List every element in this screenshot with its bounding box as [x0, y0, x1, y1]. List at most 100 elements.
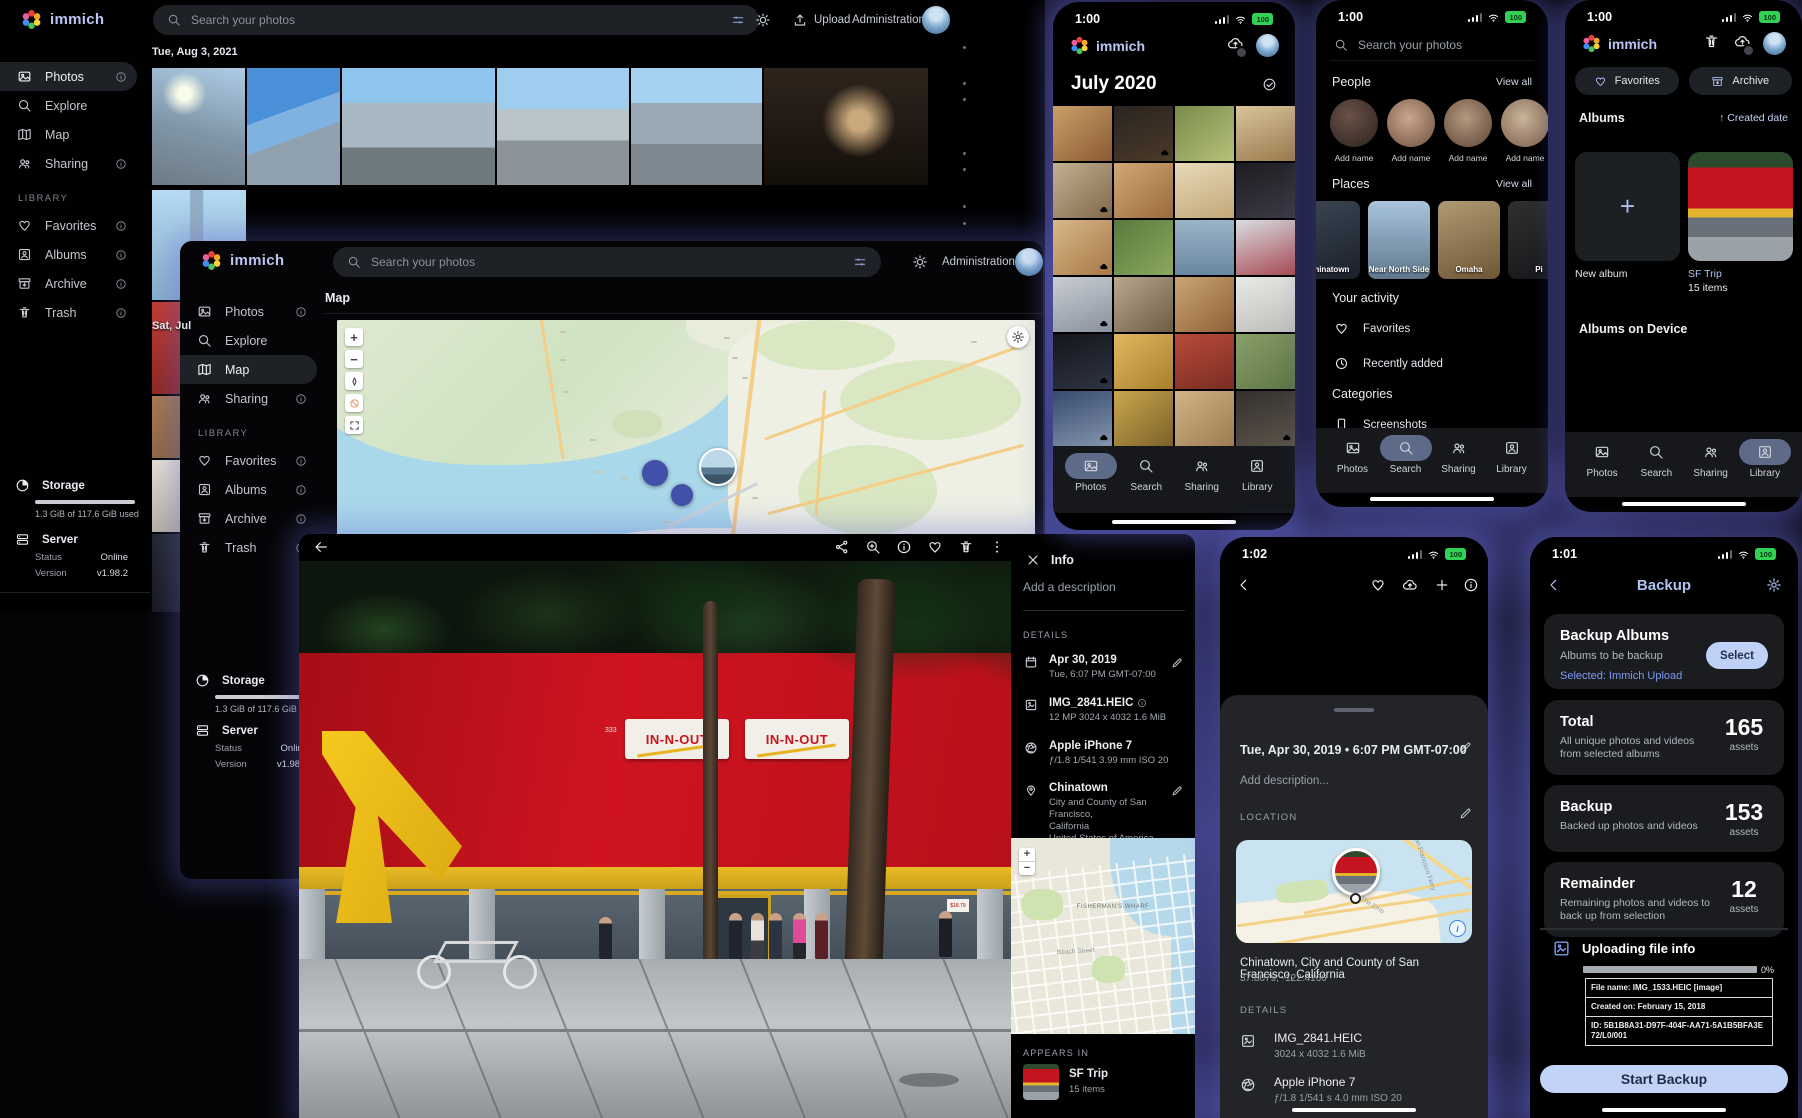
map-view[interactable]: + −	[337, 320, 1035, 570]
location-map-thumbnail[interactable]: FISHERMAN'S WHARF Beach Street +−	[1011, 838, 1195, 1034]
photo-thumbnail[interactable]	[1053, 220, 1112, 275]
backup-cloud-button[interactable]	[1227, 35, 1244, 57]
person-avatar[interactable]	[1444, 99, 1492, 147]
photo-thumbnail[interactable]	[247, 68, 340, 185]
person-avatar[interactable]	[1501, 99, 1548, 147]
map-info-icon[interactable]: i	[1449, 920, 1466, 937]
filter-chip[interactable]: Archive	[1689, 67, 1793, 95]
detail-sheet[interactable]: Tue, Apr 30, 2019 • 6:07 PM GMT-07:00 Ad…	[1220, 695, 1488, 1118]
photo-thumbnail[interactable]	[631, 68, 762, 185]
view-all-link[interactable]: View all	[1496, 178, 1532, 190]
sidebar-item[interactable]: Explore	[180, 326, 317, 355]
album-name[interactable]: SF Trip	[1069, 1068, 1108, 1080]
zoom-button[interactable]	[865, 539, 881, 560]
edit-location-button[interactable]	[1459, 807, 1472, 825]
map-cluster-marker[interactable]	[642, 460, 668, 486]
place-card[interactable]: Near North Side	[1368, 201, 1430, 279]
search-input[interactable]: Search your photos	[1330, 30, 1534, 61]
description-input[interactable]: Add description...	[1240, 775, 1472, 787]
filter-chip[interactable]: Favorites	[1575, 67, 1679, 95]
info-icon[interactable]	[295, 306, 307, 318]
search-input[interactable]: Search your photos	[153, 5, 759, 35]
photo-thumbnail[interactable]	[1053, 277, 1112, 332]
activity-item[interactable]: Favorites	[1316, 311, 1548, 346]
sidebar-item[interactable]: Explore	[0, 91, 137, 120]
tab-item[interactable]: Sharing	[1432, 435, 1485, 493]
info-button[interactable]	[1463, 577, 1479, 598]
sidebar-item[interactable]: Albums	[180, 475, 317, 504]
sidebar-item[interactable]: Photos	[180, 297, 317, 326]
sidebar-item[interactable]: Archive	[0, 269, 137, 298]
user-avatar[interactable]	[1015, 248, 1043, 276]
photo-thumbnail[interactable]	[1053, 391, 1112, 446]
sidebar-item[interactable]: Favorites	[180, 446, 317, 475]
album-thumbnail[interactable]	[1023, 1064, 1059, 1100]
theme-toggle-button[interactable]	[912, 254, 928, 270]
info-icon[interactable]	[295, 513, 307, 525]
map-cluster-marker[interactable]	[671, 484, 693, 506]
info-icon[interactable]	[115, 307, 127, 319]
select-albums-button[interactable]: Select	[1706, 642, 1768, 669]
back-button[interactable]	[1236, 577, 1252, 598]
tab-item[interactable]: Library	[1485, 435, 1538, 493]
sidebar-item[interactable]: Sharing	[0, 149, 137, 178]
map-photo-marker[interactable]	[1332, 848, 1380, 896]
user-avatar[interactable]	[1256, 34, 1279, 57]
tab-item[interactable]: Photos	[1063, 453, 1119, 513]
favorite-button[interactable]	[1370, 577, 1386, 598]
photo-thumbnail[interactable]	[1114, 163, 1173, 218]
immich-logo[interactable]: immich	[200, 249, 284, 272]
info-icon[interactable]	[115, 278, 127, 290]
close-info-button[interactable]	[1025, 552, 1041, 573]
photo-thumbnail[interactable]	[1053, 334, 1112, 389]
favorite-button[interactable]	[927, 539, 943, 560]
administration-link[interactable]: Administration	[942, 256, 1015, 268]
photo-thumbnail[interactable]	[1053, 106, 1112, 161]
place-card[interactable]: Chinatown	[1316, 201, 1360, 279]
sidebar-item[interactable]: Archive	[180, 504, 317, 533]
edit-date-button[interactable]	[1459, 741, 1472, 759]
place-card[interactable]: Pi	[1508, 201, 1548, 279]
person-avatar[interactable]	[1330, 99, 1378, 147]
add-name-label[interactable]: Add name	[1444, 153, 1492, 163]
zoom-in-button[interactable]: +	[345, 328, 363, 346]
sidebar-item[interactable]: Sharing	[180, 384, 317, 413]
person-avatar[interactable]	[1387, 99, 1435, 147]
photo-thumbnail[interactable]	[1175, 106, 1234, 161]
select-all-icon[interactable]	[1262, 77, 1277, 92]
view-all-link[interactable]: View all	[1496, 76, 1532, 88]
photo-thumbnail[interactable]	[342, 68, 495, 185]
sidebar-item[interactable]: Map	[180, 355, 317, 384]
photo-thumbnail[interactable]	[152, 68, 245, 185]
photo-thumbnail[interactable]	[1114, 334, 1173, 389]
photo-thumbnail[interactable]	[1114, 106, 1173, 161]
sidebar-item[interactable]: Albums	[0, 240, 137, 269]
photo-thumbnail[interactable]	[1236, 334, 1295, 389]
photo-thumbnail[interactable]	[1236, 391, 1295, 446]
delete-button[interactable]	[958, 539, 974, 560]
compass-button[interactable]	[345, 372, 363, 390]
map-photo-marker[interactable]	[699, 448, 737, 486]
map-settings-button[interactable]	[1007, 326, 1029, 348]
user-avatar[interactable]	[922, 6, 950, 34]
tab-item[interactable]: Library	[1738, 439, 1792, 497]
info-icon[interactable]	[295, 484, 307, 496]
upload-cloud-button[interactable]	[1402, 577, 1418, 598]
activity-item[interactable]: Recently added	[1316, 346, 1548, 381]
theme-toggle-button[interactable]	[755, 12, 771, 28]
tab-item[interactable]: Photos	[1326, 435, 1379, 493]
trash-button[interactable]	[1703, 33, 1720, 55]
sidebar-item[interactable]: Favorites	[0, 211, 137, 240]
photo-thumbnail[interactable]	[764, 68, 928, 185]
photo-thumbnail[interactable]	[1236, 106, 1295, 161]
photo-thumbnail[interactable]	[1114, 391, 1173, 446]
administration-link[interactable]: Administration	[852, 14, 925, 26]
back-button[interactable]	[313, 539, 329, 560]
photo-thumbnail[interactable]	[1114, 220, 1173, 275]
tab-item[interactable]: Photos	[1575, 439, 1629, 497]
description-input[interactable]: Add a description	[1023, 580, 1116, 594]
info-icon[interactable]	[295, 455, 307, 467]
fullscreen-button[interactable]	[345, 416, 363, 434]
zoom-out-button[interactable]: −	[345, 350, 363, 368]
album-card[interactable]	[1688, 152, 1793, 261]
